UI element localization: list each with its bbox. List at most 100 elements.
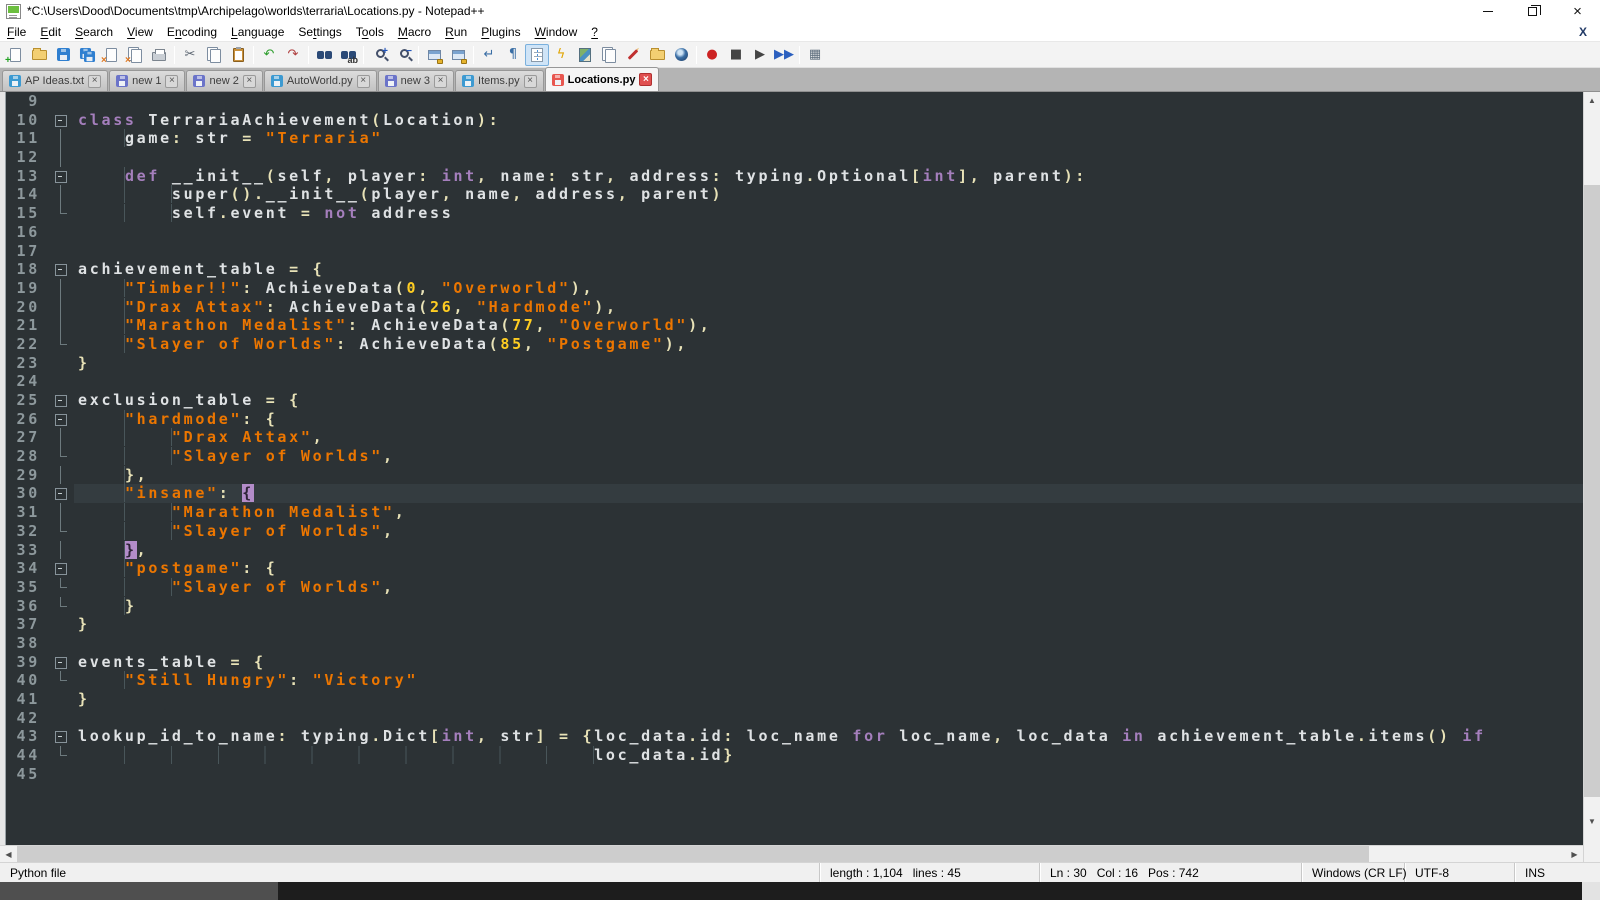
document-monitor-icon[interactable] <box>669 44 693 66</box>
code-text[interactable]: "Marathon Medalist": AchieveData(77, "Ov… <box>74 316 1583 335</box>
word-wrap-icon[interactable]: ↵ <box>477 44 501 66</box>
code-text[interactable]: "Timber!!": AchieveData(0, "Overworld"), <box>74 279 1583 298</box>
new-file-icon[interactable]: + <box>3 44 27 66</box>
code-text[interactable]: lookup_id_to_name: typing.Dict[int, str]… <box>74 727 1583 746</box>
tab-new-3[interactable]: new 3× <box>378 70 454 91</box>
fold-toggle-icon[interactable] <box>50 410 74 429</box>
code-text[interactable]: "Slayer of Worlds", <box>74 578 1583 597</box>
menu-item-encoding[interactable]: Encoding <box>160 23 224 41</box>
code-text[interactable]: "Marathon Medalist", <box>74 503 1583 522</box>
code-text[interactable]: super().__init__(player, name, address, … <box>74 185 1583 204</box>
save-macro-icon[interactable]: ▦ <box>803 44 827 66</box>
show-indent-guide-icon[interactable] <box>525 44 549 66</box>
vertical-scrollbar[interactable]: ▲ ▼ <box>1583 92 1600 862</box>
code-text[interactable]: "Slayer of Worlds", <box>74 522 1583 541</box>
project-panel-icon[interactable] <box>645 44 669 66</box>
macro-record-icon[interactable]: ● <box>700 44 724 66</box>
tab-close-icon[interactable]: × <box>357 75 370 88</box>
macro-play-icon[interactable]: ▶ <box>748 44 772 66</box>
find-icon[interactable] <box>312 44 336 66</box>
horizontal-scroll-thumb[interactable] <box>17 846 1369 862</box>
tab-new-1[interactable]: new 1× <box>109 70 185 91</box>
code-text[interactable]: }, <box>74 466 1583 485</box>
tab-locations-py[interactable]: Locations.py× <box>545 67 660 91</box>
undo-icon[interactable]: ↶ <box>257 44 281 66</box>
menu-item-settings[interactable]: Settings <box>291 23 348 41</box>
status-typing-mode[interactable]: INS <box>1515 863 1600 882</box>
fold-toggle-icon[interactable] <box>50 653 74 672</box>
fold-toggle-icon[interactable] <box>50 559 74 578</box>
close-all-docs-icon[interactable]: × <box>123 44 147 66</box>
code-text[interactable]: "Slayer of Worlds": AchieveData(85, "Pos… <box>74 335 1583 354</box>
tab-close-icon[interactable]: × <box>88 75 101 88</box>
close-button[interactable]: × <box>1555 0 1600 22</box>
show-all-characters-icon[interactable]: ¶ <box>501 44 525 66</box>
code-text[interactable] <box>74 372 1583 391</box>
cut-icon[interactable]: ✂ <box>178 44 202 66</box>
code-text[interactable] <box>74 709 1583 728</box>
code-text[interactable]: } <box>74 597 1583 616</box>
macro-run-multiple-icon[interactable]: ▶▶ <box>772 44 796 66</box>
current-code-text[interactable]: "insane": { <box>74 484 1583 503</box>
restore-button[interactable] <box>1510 0 1555 22</box>
code-text[interactable] <box>74 223 1583 242</box>
zoom-in-icon[interactable]: + <box>367 44 391 66</box>
menu-item-macro[interactable]: Macro <box>391 23 438 41</box>
scroll-left-icon[interactable]: ◀ <box>0 846 17 862</box>
replace-icon[interactable]: ab <box>336 44 360 66</box>
code-text[interactable]: }, <box>74 541 1583 560</box>
edit-marker-icon[interactable] <box>621 44 645 66</box>
minimize-button[interactable] <box>1465 0 1510 22</box>
code-text[interactable]: "Slayer of Worlds", <box>74 447 1583 466</box>
fold-toggle-icon[interactable] <box>50 260 74 279</box>
menu-item-run[interactable]: Run <box>438 23 474 41</box>
copy-icon[interactable] <box>202 44 226 66</box>
code-text[interactable] <box>74 148 1583 167</box>
save-all-icon[interactable] <box>75 44 99 66</box>
paste-icon[interactable] <box>226 44 250 66</box>
document-map-icon[interactable] <box>573 44 597 66</box>
code-text[interactable] <box>74 634 1583 653</box>
code-text[interactable]: def __init__(self, player: int, name: st… <box>74 167 1583 186</box>
horizontal-scrollbar[interactable]: ◀ ▶ <box>0 845 1583 862</box>
code-text[interactable]: exclusion_table = { <box>74 391 1583 410</box>
sync-horizontal-icon[interactable] <box>446 44 470 66</box>
code-text[interactable]: loc_data.id} <box>74 746 1583 765</box>
code-text[interactable]: "Still Hungry": "Victory" <box>74 671 1583 690</box>
close-doc-icon[interactable]: × <box>99 44 123 66</box>
fold-toggle-icon[interactable] <box>50 111 74 130</box>
menu-item-search[interactable]: Search <box>68 23 120 41</box>
code-text[interactable]: self.event = not address <box>74 204 1583 223</box>
horizontal-scroll-track[interactable] <box>1369 846 1566 862</box>
menu-item-view[interactable]: View <box>120 23 160 41</box>
code-text[interactable] <box>74 765 1583 784</box>
code-text[interactable]: "Drax Attax", <box>74 428 1583 447</box>
redo-icon[interactable]: ↷ <box>281 44 305 66</box>
fold-toggle-icon[interactable] <box>50 167 74 186</box>
code-text[interactable]: } <box>74 615 1583 634</box>
code-text[interactable]: "Drax Attax": AchieveData(26, "Hardmode"… <box>74 298 1583 317</box>
menu-item-edit[interactable]: Edit <box>33 23 68 41</box>
fold-toggle-icon[interactable] <box>50 391 74 410</box>
scroll-down-icon[interactable]: ▼ <box>1584 813 1600 830</box>
macro-stop-icon[interactable]: ■ <box>724 44 748 66</box>
code-text[interactable]: game: str = "Terraria" <box>74 129 1583 148</box>
open-file-icon[interactable] <box>27 44 51 66</box>
code-text[interactable]: } <box>74 354 1583 373</box>
menu-item-file[interactable]: File <box>0 23 33 41</box>
code-editor[interactable]: 910class TerrariaAchievement(Location):1… <box>0 92 1583 845</box>
tab-close-icon[interactable]: × <box>524 75 537 88</box>
tab-close-icon[interactable]: × <box>243 75 256 88</box>
zoom-out-icon[interactable]: − <box>391 44 415 66</box>
status-encoding[interactable]: UTF-8 <box>1405 863 1515 882</box>
code-text[interactable]: class TerrariaAchievement(Location): <box>74 111 1583 130</box>
tab-close-icon[interactable]: × <box>165 75 178 88</box>
status-eol-format[interactable]: Windows (CR LF) <box>1302 863 1405 882</box>
menu-item-plugins[interactable]: Plugins <box>474 23 527 41</box>
code-text[interactable] <box>74 92 1583 111</box>
scroll-right-icon[interactable]: ▶ <box>1566 846 1583 862</box>
scroll-up-icon[interactable]: ▲ <box>1584 92 1600 109</box>
menu-item-help[interactable]: ? <box>584 23 605 41</box>
code-text[interactable]: "postgame": { <box>74 559 1583 578</box>
function-list-icon[interactable] <box>597 44 621 66</box>
